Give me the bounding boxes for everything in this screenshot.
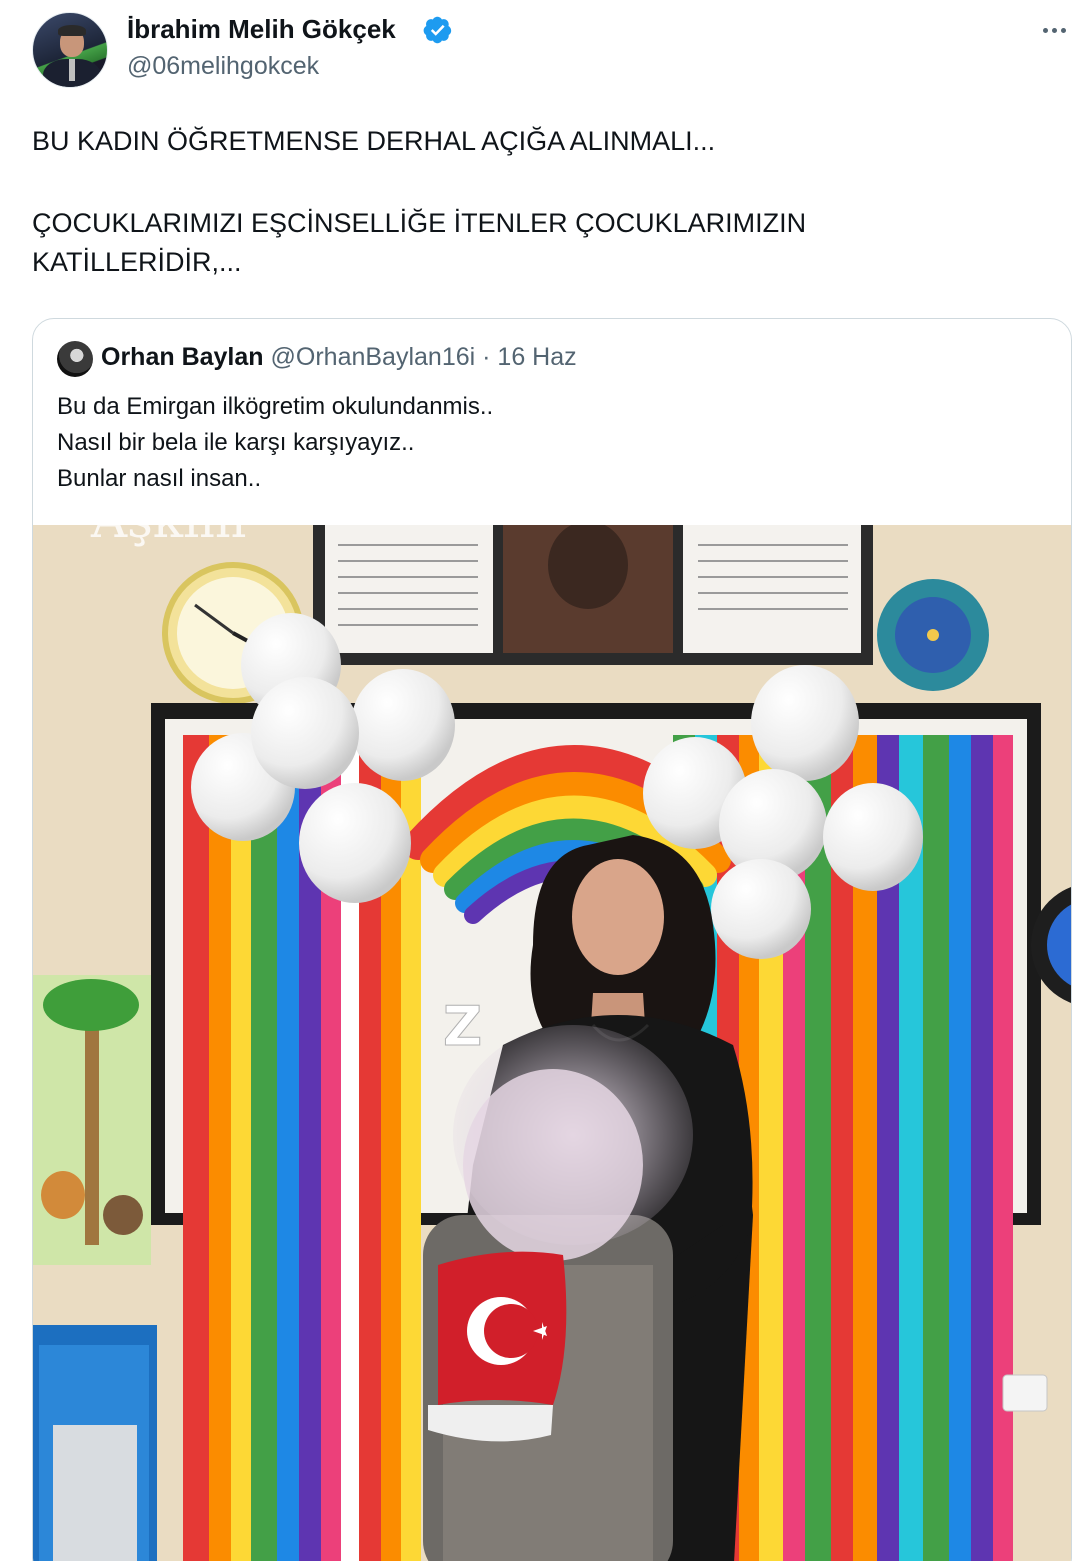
quoted-author-name: Orhan Baylan xyxy=(101,343,264,371)
gear-clock xyxy=(877,579,989,691)
quoted-line-1: Bu da Emirgan ilkögretim okulundanmis.. xyxy=(57,393,494,420)
banner-letters: Z xyxy=(443,995,482,1058)
turkish-flag xyxy=(428,1251,567,1442)
tweet: İbrahim Melih Gökçek @06melihgokcek BU K… xyxy=(0,0,1080,1561)
quoted-tweet-text: Bu da Emirgan ilkögretim okulundanmis.. … xyxy=(57,389,1047,497)
more-options-icon[interactable] xyxy=(1036,18,1072,42)
tweet-text: BU KADIN ÖĞRETMENSE DERHAL AÇIĞA ALINMAL… xyxy=(32,122,1042,282)
avatar-tie xyxy=(69,59,75,81)
quoted-line-2: Nasıl bir bela ile karşı karşıyayız.. xyxy=(57,429,415,456)
quoted-tweet[interactable]: Orhan Baylan @OrhanBaylan16i · 16 Haz Bu… xyxy=(32,318,1072,1561)
photo-overlay-text: Aşkım xyxy=(90,525,246,549)
quoted-tweet-photo[interactable]: Aşkım xyxy=(33,525,1071,1561)
separator-dot: · xyxy=(482,343,491,371)
wall-outlet xyxy=(1002,1374,1048,1412)
quoted-tweet-header: Orhan Baylan @OrhanBaylan16i · 16 Haz xyxy=(101,343,577,372)
dot xyxy=(1060,27,1066,33)
avatar-hair xyxy=(58,25,86,36)
verified-badge-icon xyxy=(423,16,452,44)
dot xyxy=(1051,27,1057,33)
quoted-author-handle: @OrhanBaylan16i xyxy=(270,343,476,371)
air-purifier-box xyxy=(33,1325,157,1561)
quoted-line-3: Bunlar nasıl insan.. xyxy=(57,465,262,492)
author-handle[interactable]: @06melihgokcek xyxy=(127,52,319,81)
wall-posters xyxy=(313,525,873,665)
author-name[interactable]: İbrahim Melih Gökçek xyxy=(127,14,396,45)
tweet-line-2: ÇOCUKLARIMIZI EŞCİNSELLİĞE İTENLER ÇOCUK… xyxy=(32,208,807,277)
classroom-photo: Aşkım xyxy=(33,525,1071,1561)
quoted-tweet-date: 16 Haz xyxy=(497,343,577,371)
author-avatar[interactable] xyxy=(32,12,108,88)
tweet-line-1: BU KADIN ÖĞRETMENSE DERHAL AÇIĞA ALINMAL… xyxy=(32,126,716,156)
tree-poster xyxy=(33,975,151,1265)
quoted-author-avatar xyxy=(57,341,93,377)
dot xyxy=(1042,27,1048,33)
